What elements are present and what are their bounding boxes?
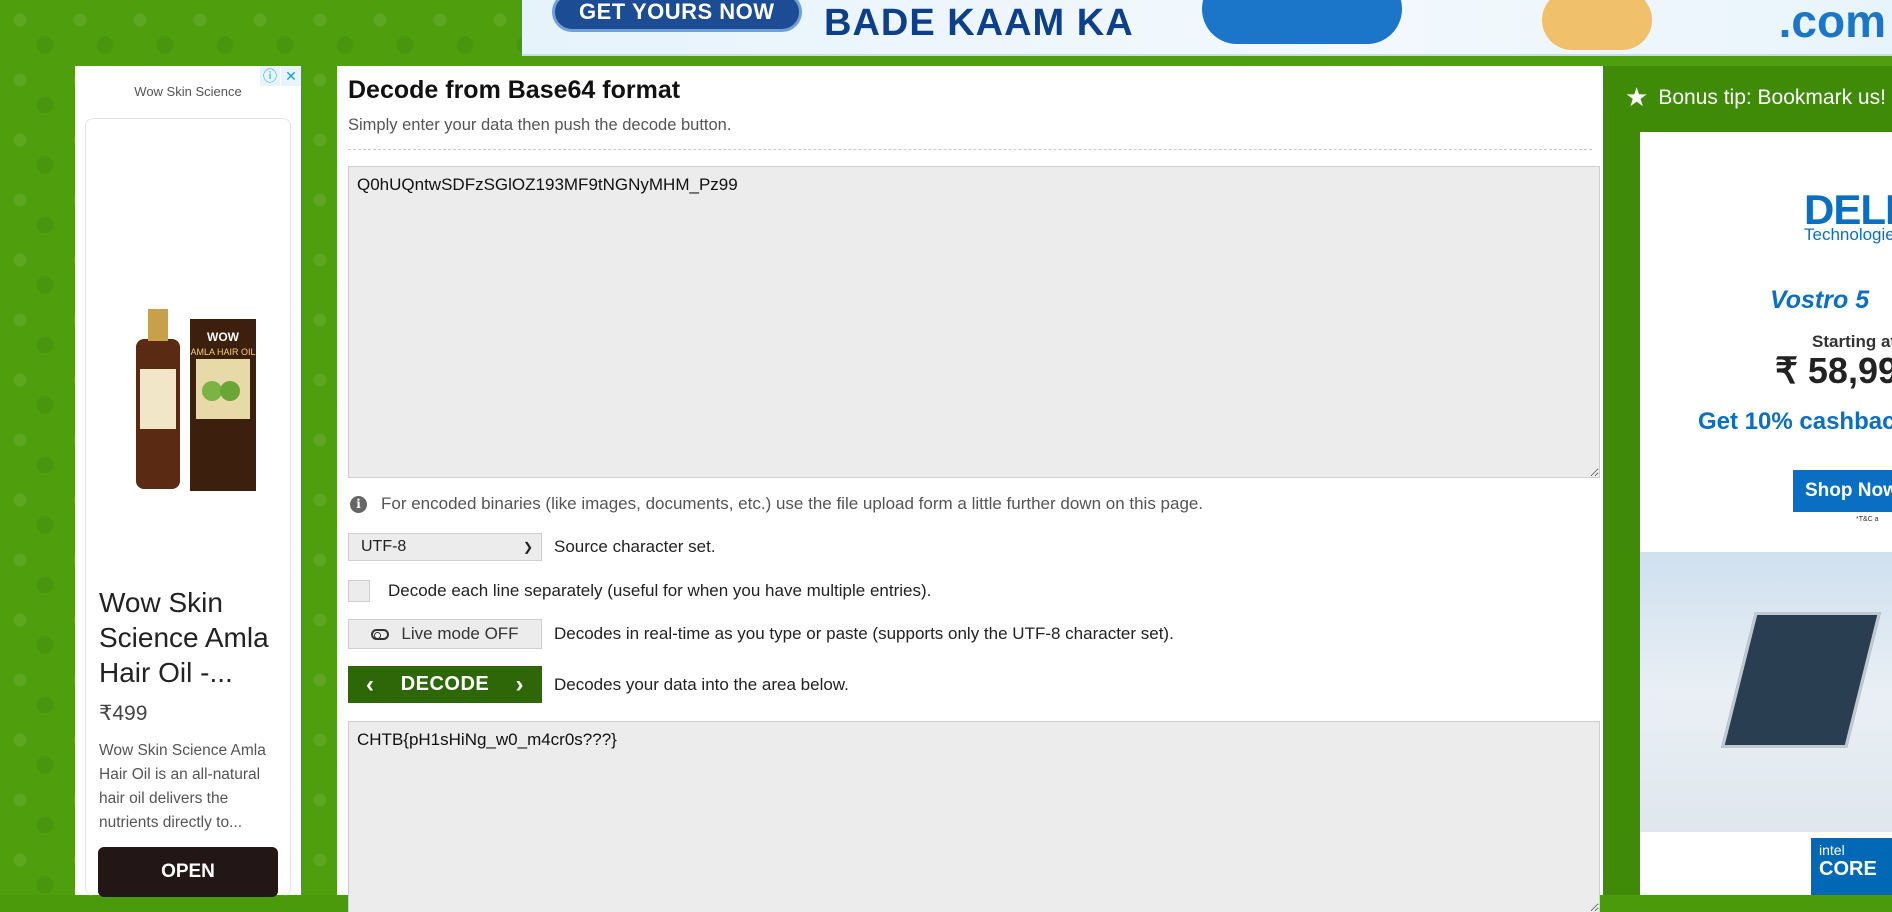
ad-person-graphic bbox=[1542, 0, 1652, 50]
ad-card[interactable]: WOW AMLA HAIR OIL Wow Skin Science Amla … bbox=[85, 118, 291, 897]
decoder-panel: Decode from Base64 format Simply enter y… bbox=[337, 66, 1603, 912]
line-by-line-row: Decode each line separately (useful for … bbox=[348, 580, 931, 602]
intel-label: intel bbox=[1819, 842, 1845, 858]
ad-domain: .com bbox=[1778, 0, 1886, 47]
toggle-icon bbox=[371, 628, 390, 640]
product-image: WOW AMLA HAIR OIL bbox=[136, 309, 256, 491]
binary-upload-hint: i For encoded binaries (like images, doc… bbox=[350, 494, 1203, 514]
dell-logo-sub: Technologies bbox=[1804, 225, 1892, 244]
decode-button-label: DECODE bbox=[400, 673, 490, 695]
laptop-image bbox=[1640, 552, 1892, 832]
divider bbox=[348, 149, 1592, 150]
ad-logo-graphic bbox=[1202, 0, 1402, 44]
intel-badge: intel CORE bbox=[1811, 838, 1892, 895]
ad-tagline: BADE KAAM KA bbox=[824, 2, 1134, 44]
product-brand-mark: WOW bbox=[207, 330, 240, 344]
charset-value: UTF-8 bbox=[361, 538, 407, 555]
intel-core-label: CORE bbox=[1819, 858, 1877, 880]
ad-terms: *T&C a bbox=[1856, 516, 1879, 523]
top-banner-ad[interactable]: GET YOURS NOW BADE KAAM KA .com bbox=[522, 0, 1892, 56]
ad-description: Wow Skin Science Amla Hair Oil is an all… bbox=[99, 742, 266, 831]
chevron-left-icon: ‹ bbox=[366, 670, 375, 698]
info-icon[interactable]: ⓘ bbox=[260, 66, 280, 86]
ad-model: Vostro 5 bbox=[1770, 286, 1870, 314]
ad-title[interactable]: Wow Skin Science Amla Hair Oil -... bbox=[99, 585, 289, 690]
line-by-line-label[interactable]: Decode each line separately (useful for … bbox=[388, 581, 931, 601]
ad-open-button[interactable]: OPEN bbox=[98, 847, 278, 897]
shop-now-button[interactable]: Shop Now bbox=[1793, 470, 1892, 512]
live-mode-row: Live mode OFF Decodes in real-time as yo… bbox=[348, 619, 1174, 649]
charset-select[interactable]: UTF-8 ❯ bbox=[348, 533, 542, 561]
right-sidebar-ad[interactable]: DELL Technologies Vostro 5 Starting at ₹… bbox=[1640, 132, 1892, 895]
chevron-right-icon: › bbox=[515, 670, 524, 698]
ad-price: ₹499 bbox=[99, 702, 148, 725]
ad-cashback: Get 10% cashbac bbox=[1698, 408, 1892, 435]
live-mode-description: Decodes in real-time as you type or past… bbox=[554, 624, 1174, 643]
bonus-tip: ★ Bonus tip: Bookmark us! bbox=[1625, 82, 1886, 113]
left-sidebar-ad[interactable]: ⓘ ✕ Wow Skin Science WOW AMLA HAIR OIL W… bbox=[75, 66, 301, 897]
star-icon: ★ bbox=[1625, 82, 1649, 112]
decode-description: Decodes your data into the area below. bbox=[554, 674, 849, 694]
info-icon: i bbox=[350, 495, 367, 513]
ad-sponsor: Wow Skin Science bbox=[134, 84, 242, 99]
page-title: Decode from Base64 format bbox=[348, 76, 681, 104]
right-rail: ★ Bonus tip: Bookmark us! DELL Technolog… bbox=[1603, 66, 1892, 895]
live-mode-label: Live mode OFF bbox=[401, 624, 519, 643]
ad-choices[interactable]: ⓘ ✕ bbox=[259, 66, 301, 86]
ad-starting-at: Starting at bbox=[1812, 332, 1892, 351]
close-icon[interactable]: ✕ bbox=[281, 66, 301, 86]
chevron-down-icon: ❯ bbox=[522, 540, 533, 554]
decode-row: ‹ DECODE › Decodes your data into the ar… bbox=[348, 666, 849, 703]
laptop-screen bbox=[1721, 612, 1881, 748]
charset-label: Source character set. bbox=[554, 537, 716, 556]
ad-cta-button[interactable]: GET YOURS NOW bbox=[552, 0, 802, 32]
ad-price: ₹ 58,99 bbox=[1775, 350, 1892, 391]
binary-upload-hint-text: For encoded binaries (like images, docum… bbox=[381, 494, 1204, 513]
decode-button[interactable]: ‹ DECODE › bbox=[348, 666, 542, 703]
line-by-line-checkbox[interactable] bbox=[348, 580, 370, 602]
live-mode-toggle[interactable]: Live mode OFF bbox=[348, 619, 542, 649]
input-textarea[interactable]: Q0hUQntwSDFzSGlOZ193MF9tNGNyMHM_Pz99 bbox=[348, 166, 1600, 478]
product-name-mark: AMLA HAIR OIL bbox=[190, 347, 255, 357]
charset-row: UTF-8 ❯ Source character set. bbox=[348, 533, 716, 561]
bonus-tip-text: Bonus tip: Bookmark us! bbox=[1658, 85, 1886, 109]
page-subtitle: Simply enter your data then push the dec… bbox=[348, 116, 732, 134]
output-textarea[interactable]: CHTB{pH1sHiNg_w0_m4cr0s???} bbox=[348, 721, 1600, 912]
